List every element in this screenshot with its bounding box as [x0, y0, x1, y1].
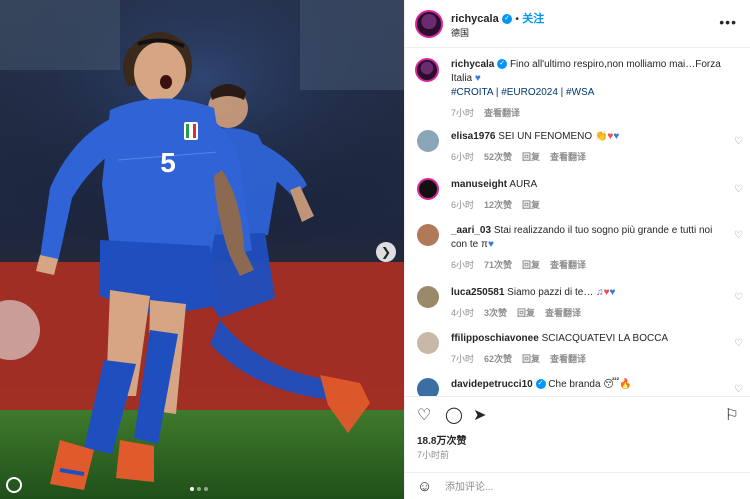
like-heart-icon[interactable]: ♡ [417, 405, 431, 425]
fire-emoji-icon: 🔥 [619, 379, 632, 390]
bookmark-icon[interactable]: ⚐ [725, 405, 739, 425]
translate-link[interactable]: 查看翻译 [550, 258, 586, 272]
more-options-icon[interactable]: ••• [719, 14, 737, 30]
caption-time: 7小时 [451, 108, 475, 118]
instagram-post-window: 5 ❯ richycala ✓ • 关注 德国 ••• richycala ✓ … [0, 0, 750, 499]
comment-time: 6小时 [451, 200, 475, 210]
carousel-dots [190, 487, 208, 491]
comment-likes[interactable]: 3次赞 [484, 306, 507, 320]
like-comment-heart-icon[interactable]: ♡ [734, 384, 743, 395]
comment-likes[interactable]: 12次赞 [484, 198, 512, 212]
caption-avatar[interactable] [415, 58, 439, 82]
reply-button[interactable]: 回复 [522, 258, 540, 272]
commenter-avatar[interactable] [417, 332, 439, 354]
verified-badge-icon: ✓ [502, 13, 513, 24]
blue-heart-icon: ♥ [609, 287, 616, 298]
comment-username[interactable]: luca250581 [451, 287, 504, 298]
emoji-picker-icon[interactable]: ☺ [417, 478, 432, 495]
header-user-line: richycala ✓ • 关注 [451, 10, 544, 26]
caption: richycala ✓ Fino all'ultimo respiro,non … [415, 58, 747, 120]
blue-heart-icon: ♥ [474, 73, 481, 84]
like-comment-heart-icon[interactable]: ♡ [734, 136, 743, 147]
avatar[interactable] [415, 10, 443, 38]
like-comment-heart-icon[interactable]: ♡ [734, 230, 743, 241]
next-photo-button[interactable]: ❯ [376, 242, 396, 262]
post-like-count[interactable]: 18.8万次赞 [417, 432, 466, 447]
comment-text-suffix: π [481, 239, 488, 250]
comment-item: manuseight AURA 6小时 12次赞 回复 ♡ [417, 178, 747, 212]
comment-time: 6小时 [451, 152, 475, 162]
comment-item: elisa1976 SEI UN FENOMENO 👏♥♥ 6小时 52次赞 回… [417, 130, 747, 164]
follow-button[interactable]: 关注 [522, 13, 544, 25]
share-send-icon[interactable]: ➤ [473, 405, 486, 425]
music-note-icon: ♫ [596, 287, 604, 298]
commenter-avatar[interactable] [417, 378, 439, 396]
blue-heart-icon: ♥ [487, 239, 494, 250]
jersey-number: 5 [160, 147, 176, 178]
comment-text: SCIACQUATEVI LA BOCCA [541, 333, 669, 344]
reply-button[interactable]: 回复 [517, 306, 535, 320]
caption-username[interactable]: richycala [451, 59, 494, 70]
post-side-panel: richycala ✓ • 关注 德国 ••• richycala ✓ Fino… [404, 0, 750, 499]
separator-dot: • [515, 14, 519, 25]
post-header: richycala ✓ • 关注 德国 ••• [405, 0, 750, 48]
like-comment-heart-icon[interactable]: ♡ [734, 184, 743, 195]
comment-username[interactable]: _aari_03 [451, 225, 491, 236]
like-comment-heart-icon[interactable]: ♡ [734, 292, 743, 303]
comment-text: Che branda [548, 379, 601, 390]
carousel-dot-active [190, 487, 194, 491]
post-actions-bar: ♡ ◯ ➤ ⚐ [405, 396, 750, 430]
comment-likes[interactable]: 62次赞 [484, 352, 512, 366]
comment-input[interactable] [445, 479, 725, 495]
comment-text: AURA [509, 179, 538, 190]
comment-time: 6小时 [451, 260, 475, 270]
verified-badge-icon: ✓ [535, 379, 546, 390]
sleeping-emoji-icon: 😴 [603, 379, 620, 390]
comment-likes[interactable]: 52次赞 [484, 150, 512, 164]
clap-emoji-icon: 👏 [594, 131, 608, 142]
commenter-avatar[interactable] [417, 224, 439, 246]
comment-likes[interactable]: 71次赞 [484, 258, 512, 272]
photo-illustration: 5 [0, 0, 404, 499]
comment-item: ffilipposchiavonee SCIACQUATEVI LA BOCCA… [417, 332, 747, 366]
comment-item: luca250581 Siamo pazzi di te… ♫♥♥ 4小时 3次… [417, 286, 747, 320]
comment-text: Siamo pazzi di te… [507, 287, 594, 298]
verified-badge-icon: ✓ [497, 59, 508, 70]
add-comment-bar: ☺ [405, 472, 750, 499]
post-timestamp: 7小时前 [417, 450, 450, 460]
comment-username[interactable]: manuseight [451, 179, 507, 190]
reply-button[interactable]: 回复 [522, 352, 540, 366]
header-location[interactable]: 德国 [451, 26, 469, 39]
commenter-avatar[interactable] [417, 286, 439, 308]
comments-feed[interactable]: richycala ✓ Fino all'ultimo respiro,non … [405, 48, 750, 396]
translate-link[interactable]: 查看翻译 [550, 352, 586, 366]
comment-username[interactable]: davidepetrucci10 [451, 379, 533, 390]
comment-username[interactable]: elisa1976 [451, 131, 496, 142]
comment-item: _aari_03 Stai realizzando il tuo sogno p… [417, 224, 747, 272]
instagram-logo-icon [6, 477, 22, 493]
carousel-dot [197, 487, 201, 491]
comment-bubble-icon[interactable]: ◯ [445, 405, 463, 425]
blue-heart-icon: ♥ [613, 131, 620, 142]
reply-button[interactable]: 回复 [522, 150, 540, 164]
comment-text: SEI UN FENOMENO [498, 131, 593, 142]
like-comment-heart-icon[interactable]: ♡ [734, 338, 743, 349]
comment-time: 4小时 [451, 308, 475, 318]
translate-link[interactable]: 查看翻译 [545, 306, 581, 320]
comment-time: 7小时 [451, 354, 475, 364]
caption-hashtags[interactable]: #CROITA | #EURO2024 | #WSA [451, 86, 731, 100]
comment-item: davidepetrucci10 ✓ Che branda 😴🔥 ♡ [417, 378, 747, 396]
commenter-avatar[interactable] [417, 130, 439, 152]
caption-translate-link[interactable]: 查看翻译 [484, 106, 520, 120]
translate-link[interactable]: 查看翻译 [550, 150, 586, 164]
comment-username[interactable]: ffilipposchiavonee [451, 333, 539, 344]
chevron-right-icon: ❯ [380, 245, 392, 259]
post-photo[interactable]: 5 ❯ [0, 0, 404, 499]
commenter-avatar[interactable] [417, 178, 439, 200]
header-username[interactable]: richycala [451, 13, 499, 25]
reply-button[interactable]: 回复 [522, 198, 540, 212]
carousel-dot [204, 487, 208, 491]
